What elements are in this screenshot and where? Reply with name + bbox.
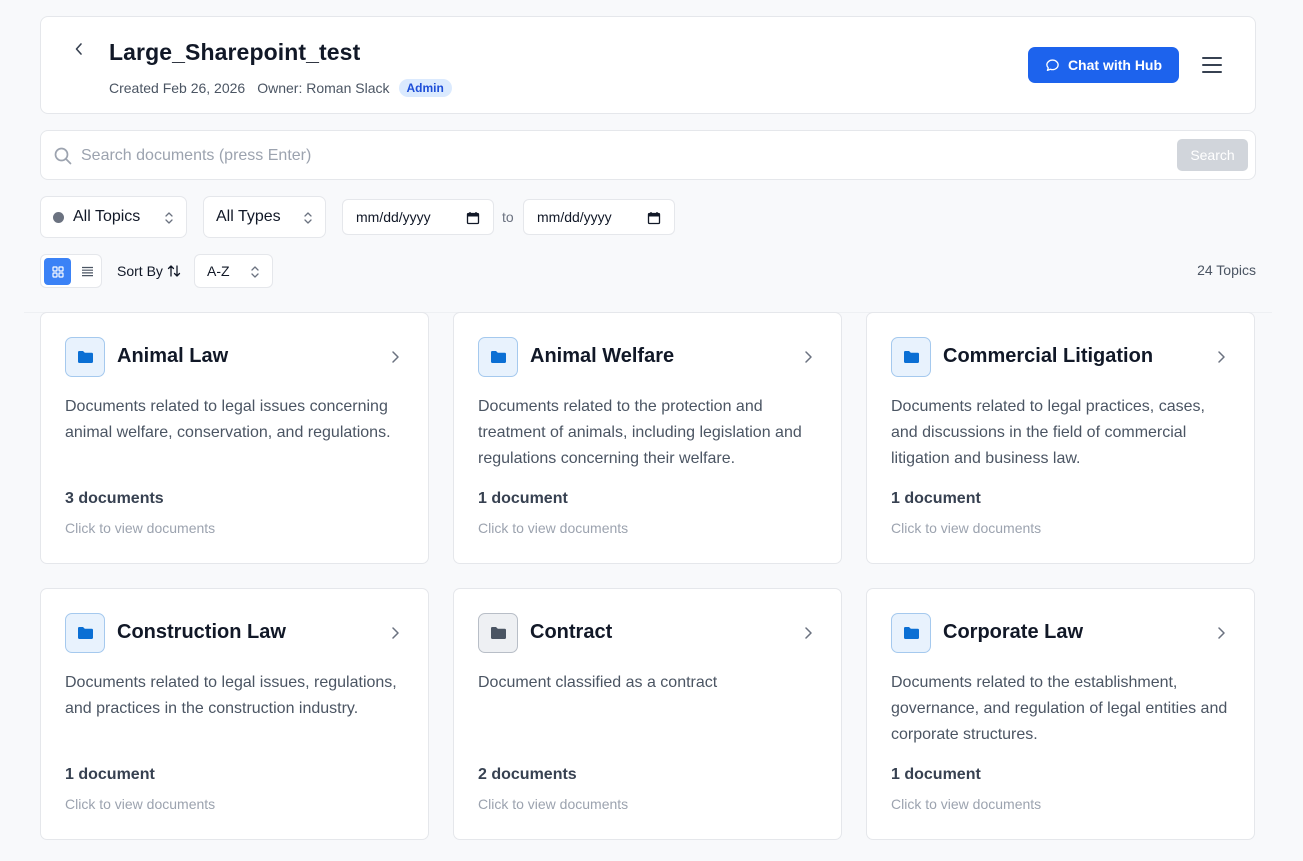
folder-icon <box>490 627 506 639</box>
hub-meta: Created Feb 26, 2026 Owner: Roman Slack … <box>109 78 452 98</box>
calendar-icon[interactable] <box>466 211 480 225</box>
calendar-icon[interactable] <box>647 211 661 225</box>
card-hint: Click to view documents <box>65 796 216 812</box>
card-hint: Click to view documents <box>478 520 629 536</box>
topic-title: Contract <box>530 621 613 643</box>
topic-card[interactable]: Commercial Litigation Documents related … <box>866 312 1255 564</box>
chevron-left-icon <box>75 43 82 55</box>
date-to-input[interactable]: mm/dd/yyyy <box>523 199 675 235</box>
sort-select[interactable]: A-Z <box>194 254 273 288</box>
select-updown-icon <box>304 212 312 224</box>
topic-card[interactable]: Construction Law Documents related to le… <box>40 588 429 840</box>
folder-icon <box>77 351 93 363</box>
list-icon <box>82 266 93 277</box>
folder-icon <box>903 351 919 363</box>
sort-arrows-icon <box>167 265 181 277</box>
topic-title: Animal Law <box>117 345 229 367</box>
back-button[interactable] <box>69 39 89 59</box>
role-badge: Admin <box>398 79 452 97</box>
folder-tile <box>891 337 931 377</box>
date-from-placeholder: mm/dd/yyyy <box>356 209 431 225</box>
topic-title: Corporate Law <box>943 621 1084 643</box>
topic-color-dot <box>53 211 64 223</box>
topic-card[interactable]: Animal Welfare Documents related to the … <box>453 312 842 564</box>
hub-header: Large_Sharepoint_test Created Feb 26, 20… <box>40 16 1256 114</box>
list-view-button[interactable] <box>74 258 101 285</box>
topics-filter[interactable]: All Topics <box>40 196 187 238</box>
topic-card[interactable]: Corporate Law Documents related to the e… <box>866 588 1255 840</box>
date-to-placeholder: mm/dd/yyyy <box>537 209 612 225</box>
folder-tile <box>65 613 105 653</box>
card-hint: Click to view documents <box>891 796 1042 812</box>
select-updown-icon <box>251 266 259 278</box>
chat-button-label: Chat with Hub <box>1067 57 1163 73</box>
folder-icon <box>490 351 506 363</box>
topic-description: Documents related to legal issues concer… <box>65 398 391 441</box>
topic-count: 24 Topics <box>1197 262 1256 278</box>
grid-view-button[interactable] <box>44 258 71 285</box>
card-hint: Click to view documents <box>65 520 216 536</box>
owner: Owner: Roman Slack <box>257 80 390 96</box>
topic-title: Construction Law <box>117 621 286 643</box>
date-range-separator: to <box>502 209 514 225</box>
menu-button[interactable] <box>1201 55 1223 75</box>
topic-title: Animal Welfare <box>530 345 675 367</box>
sort-by-label: Sort By <box>117 262 181 280</box>
folder-tile <box>891 613 931 653</box>
card-hint: Click to view documents <box>478 796 629 812</box>
chevron-right-icon <box>392 627 399 639</box>
chevron-right-icon <box>1218 627 1225 639</box>
types-filter[interactable]: All Types <box>203 196 326 238</box>
grid-icon <box>51 265 64 278</box>
topic-title: Commercial Litigation <box>943 345 1154 367</box>
search-button[interactable]: Search <box>1177 139 1248 171</box>
chevron-right-icon <box>805 351 812 363</box>
chat-with-hub-button[interactable]: Chat with Hub <box>1028 47 1179 83</box>
chevron-right-icon <box>1218 351 1225 363</box>
topic-description: Document classified as a contract <box>478 674 718 691</box>
chat-bubble-icon <box>1046 58 1059 71</box>
folder-tile <box>478 613 518 653</box>
sort-select-value: A-Z <box>207 263 230 279</box>
topic-card[interactable]: Animal Law Documents related to legal is… <box>40 312 429 564</box>
card-hint: Click to view documents <box>891 520 1042 536</box>
chevron-right-icon <box>805 627 812 639</box>
hamburger-icon-line <box>1202 71 1222 73</box>
topic-description: Documents related to legal practices, ca… <box>891 398 1205 467</box>
folder-tile <box>478 337 518 377</box>
document-count: 1 document <box>478 490 568 507</box>
document-count: 1 document <box>891 490 981 507</box>
document-count: 2 documents <box>478 766 577 783</box>
search-input[interactable] <box>81 141 1171 171</box>
search-icon <box>54 147 72 165</box>
date-from-input[interactable]: mm/dd/yyyy <box>342 199 494 235</box>
created-date: Created Feb 26, 2026 <box>109 80 246 96</box>
hamburger-icon <box>1202 57 1222 59</box>
folder-tile <box>65 337 105 377</box>
topic-description: Documents related to the protection and … <box>478 398 802 467</box>
topic-description: Documents related to the establishment, … <box>891 674 1228 743</box>
topics-filter-value: All Topics <box>73 208 141 225</box>
select-updown-icon <box>165 212 173 224</box>
document-count: 1 document <box>891 766 981 783</box>
topic-card[interactable]: Contract Document classified as a contra… <box>453 588 842 840</box>
types-filter-value: All Types <box>216 208 281 225</box>
document-count: 1 document <box>65 766 155 783</box>
hub-title: Large_Sharepoint_test <box>109 39 361 65</box>
document-count: 3 documents <box>65 490 164 507</box>
folder-icon <box>77 627 93 639</box>
sort-by-text: Sort By <box>117 263 163 279</box>
page: Large_Sharepoint_test Created Feb 26, 20… <box>0 0 1303 861</box>
hamburger-icon-line <box>1202 64 1222 66</box>
view-toggle <box>40 254 102 288</box>
folder-icon <box>903 627 919 639</box>
topic-description: Documents related to legal issues, regul… <box>65 674 397 717</box>
chevron-right-icon <box>392 351 399 363</box>
search-bar: Search <box>40 130 1256 180</box>
